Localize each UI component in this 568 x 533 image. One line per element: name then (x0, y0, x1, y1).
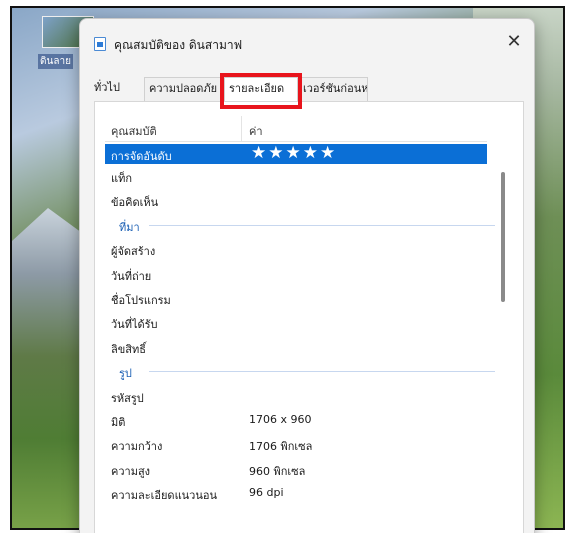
property-list[interactable]: คุณสมบัติ ค่า การจัดอันดับ ★★★★★ แท็ก ข้… (105, 116, 495, 505)
tab-general[interactable]: ทั่วไป (90, 77, 134, 101)
row-key: การจัดอันดับ (111, 150, 172, 163)
column-property[interactable]: คุณสมบัติ (111, 122, 157, 140)
row-value: 1706 x 960 (249, 412, 312, 426)
column-separator[interactable] (241, 116, 242, 142)
desktop-icon-label: ดินลาย (38, 54, 73, 69)
row-dimensions[interactable]: มิติ 1706 x 960 (105, 408, 487, 432)
row-key: ลิขสิทธิ์ (111, 342, 146, 356)
group-image: รูป (105, 359, 495, 383)
column-value[interactable]: ค่า (249, 122, 263, 140)
title-bar[interactable]: คุณสมบัติของ ดินสามาฟ ✕ (80, 19, 534, 61)
row-date-taken[interactable]: วันที่ถ่าย (105, 262, 487, 286)
row-copyright[interactable]: ลิขสิทธิ์ (105, 335, 487, 359)
column-header: คุณสมบัติ ค่า (105, 116, 487, 142)
row-key: มิติ (111, 415, 126, 429)
close-button[interactable]: ✕ (494, 27, 534, 57)
row-key: ความกว้าง (111, 440, 163, 454)
group-label: รูป (119, 367, 132, 381)
row-tags[interactable]: แท็ก (105, 164, 487, 188)
row-program[interactable]: ชื่อโปรแกรม (105, 286, 487, 310)
tab-details[interactable]: รายละเอียด (224, 77, 298, 101)
row-key: ผู้จัดสร้าง (111, 245, 156, 259)
group-origin: ที่มา (105, 213, 495, 237)
details-panel: คุณสมบัติ ค่า การจัดอันดับ ★★★★★ แท็ก ข้… (94, 101, 524, 533)
row-rating[interactable]: การจัดอันดับ ★★★★★ (105, 143, 487, 164)
properties-dialog: คุณสมบัติของ ดินสามาฟ ✕ ทั่วไป ความปลอดภ… (79, 18, 535, 533)
row-value: 960 พิกเซล (249, 464, 306, 478)
row-value: 1706 พิกเซล (249, 440, 313, 454)
row-authors[interactable]: ผู้จัดสร้าง (105, 237, 487, 261)
row-image-id[interactable]: รหัสรูป (105, 384, 487, 408)
row-value: 96 dpi (249, 486, 284, 500)
row-key: ความละเอียดแนวนอน (111, 489, 217, 503)
row-date-acquired[interactable]: วันที่ได้รับ (105, 310, 487, 334)
image-file-icon (94, 37, 106, 51)
row-key: วันที่ได้รับ (111, 318, 158, 332)
tab-security[interactable]: ความปลอดภัย (144, 77, 224, 101)
tab-strip: ทั่วไป ความปลอดภัย รายละเอียด เวอร์ชันก่… (84, 77, 524, 101)
group-label: ที่มา (119, 220, 140, 234)
row-key: แท็ก (111, 172, 133, 185)
row-horizontal-resolution[interactable]: ความละเอียดแนวนอน 96 dpi (105, 481, 487, 505)
scrollbar-thumb[interactable] (501, 172, 505, 302)
row-comments[interactable]: ข้อคิดเห็น (105, 188, 487, 212)
row-key: รหัสรูป (111, 391, 144, 405)
row-height[interactable]: ความสูง 960 พิกเซล (105, 457, 487, 481)
group-divider (149, 371, 495, 373)
row-key: ความสูง (111, 464, 151, 478)
dialog-title: คุณสมบัติของ ดินสามาฟ (114, 38, 243, 52)
row-key: ข้อคิดเห็น (111, 196, 159, 210)
row-key: วันที่ถ่าย (111, 269, 152, 283)
rating-stars[interactable]: ★★★★★ (251, 143, 337, 163)
row-width[interactable]: ความกว้าง 1706 พิกเซล (105, 432, 487, 456)
group-divider (149, 224, 495, 226)
row-key: ชื่อโปรแกรม (111, 293, 171, 307)
tab-previous-versions[interactable]: เวอร์ชันก่อนหน้า (298, 77, 368, 101)
